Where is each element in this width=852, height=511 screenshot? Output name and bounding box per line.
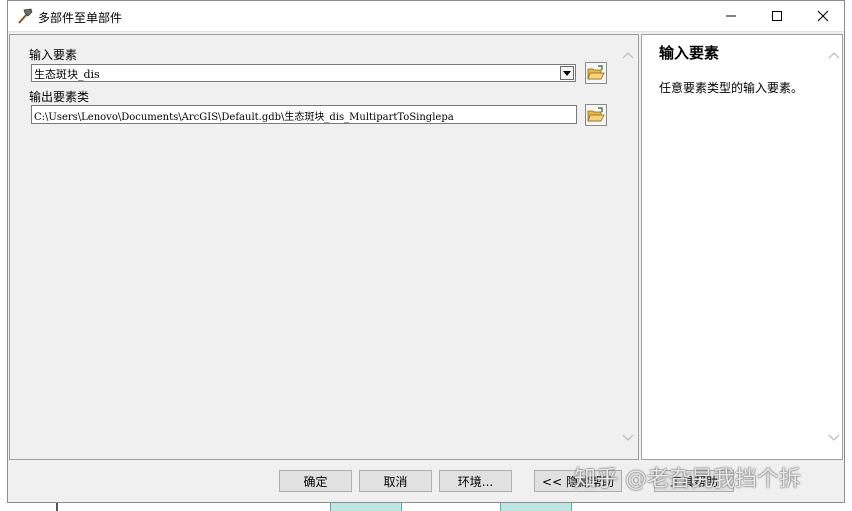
- background-map-feature: [500, 503, 572, 511]
- maximize-icon: [772, 11, 782, 21]
- input-features-value: 生态斑块_dis: [34, 68, 100, 81]
- environments-button[interactable]: 环境...: [439, 470, 512, 492]
- help-title: 输入要素: [659, 44, 720, 62]
- help-description: 任意要素类型的输入要素。: [659, 81, 804, 95]
- folder-open-icon: [587, 107, 605, 122]
- background-map: [0, 503, 852, 511]
- cancel-button[interactable]: 取消: [359, 470, 432, 492]
- tool-dialog: 多部件至单部件 输入要素 生态斑块_dis 输出要素类 C:\Users\Len…: [7, 0, 845, 503]
- window-title: 多部件至单部件: [38, 11, 123, 25]
- scroll-down-icon[interactable]: [825, 430, 843, 446]
- output-feature-class-label: 输出要素类: [29, 90, 90, 104]
- scroll-up-icon[interactable]: [825, 47, 843, 63]
- parameters-pane: 输入要素 生态斑块_dis 输出要素类 C:\Users\Lenovo\Docu…: [9, 34, 639, 460]
- input-features-combobox[interactable]: 生态斑块_dis: [31, 64, 576, 82]
- minimize-icon: [726, 15, 736, 17]
- input-features-label: 输入要素: [29, 48, 78, 62]
- ok-button[interactable]: 确定: [279, 470, 352, 492]
- close-button[interactable]: [800, 1, 846, 31]
- output-feature-class-value: C:\Users\Lenovo\Documents\ArcGIS\Default…: [34, 112, 454, 123]
- folder-open-icon: [587, 65, 605, 80]
- watermark-text: 知乎 @老旮旯我挡个拆: [574, 467, 801, 492]
- hammer-icon: [16, 8, 34, 24]
- close-icon: [817, 10, 829, 22]
- dropdown-arrow-icon[interactable]: [560, 66, 574, 80]
- minimize-button[interactable]: [708, 1, 754, 31]
- background-map-feature: [330, 503, 402, 511]
- output-feature-class-field[interactable]: C:\Users\Lenovo\Documents\ArcGIS\Default…: [31, 105, 577, 124]
- help-pane: 输入要素 任意要素类型的输入要素。: [641, 34, 843, 460]
- scroll-up-icon[interactable]: [619, 47, 637, 63]
- maximize-button[interactable]: [754, 1, 800, 31]
- title-bar[interactable]: 多部件至单部件: [8, 1, 844, 32]
- scroll-down-icon[interactable]: [619, 430, 637, 446]
- output-browse-button[interactable]: [585, 104, 607, 126]
- background-map-line: [56, 503, 58, 511]
- input-browse-button[interactable]: [585, 62, 607, 84]
